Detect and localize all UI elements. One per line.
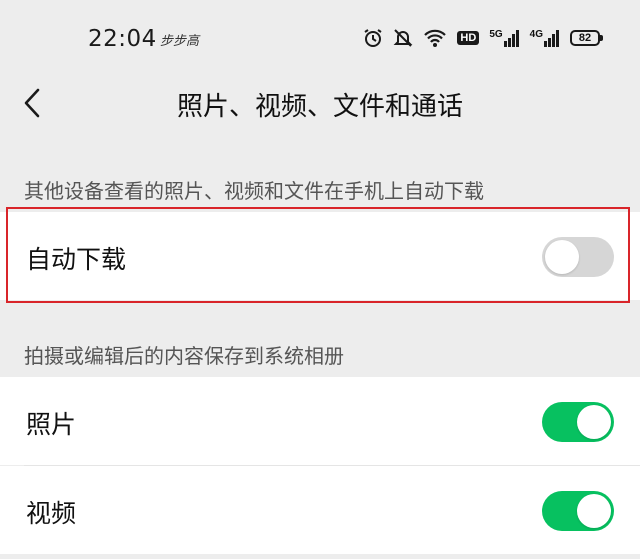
- hd-badge: HD: [457, 31, 480, 45]
- wifi-icon: [423, 28, 447, 48]
- toggle-knob: [577, 494, 611, 528]
- setting-row-auto-download: 自动下载: [0, 212, 640, 300]
- mute-bell-icon: [393, 28, 413, 48]
- videos-toggle[interactable]: [542, 491, 614, 531]
- nav-bar: 照片、视频、文件和通话: [0, 80, 640, 128]
- status-icons: HD 5G 4G 82: [363, 28, 603, 48]
- setting-label: 自动下载: [26, 245, 127, 274]
- status-bar: 22:04 步步高 HD 5G 4G 82: [0, 0, 640, 80]
- status-time: 22:04: [88, 26, 157, 52]
- status-extra-text: 步步高: [160, 34, 200, 49]
- signal-5g-icon: 5G: [489, 29, 519, 47]
- section-header-save-to-album: 拍摄或编辑后的内容保存到系统相册: [24, 344, 344, 368]
- setting-label: 照片: [26, 410, 77, 439]
- toggle-knob: [545, 240, 579, 274]
- signal-4g-icon: 4G: [530, 29, 560, 47]
- section-header-auto-download: 其他设备查看的照片、视频和文件在手机上自动下载: [24, 179, 484, 203]
- setting-row-photos: 照片: [0, 377, 640, 465]
- setting-label: 视频: [26, 499, 77, 528]
- page-title: 照片、视频、文件和通话: [176, 92, 463, 122]
- setting-row-videos: 视频: [0, 466, 640, 554]
- toggle-knob: [577, 405, 611, 439]
- battery-indicator: 82: [570, 30, 603, 46]
- alarm-icon: [363, 28, 383, 48]
- photos-toggle[interactable]: [542, 402, 614, 442]
- auto-download-toggle[interactable]: [542, 237, 614, 277]
